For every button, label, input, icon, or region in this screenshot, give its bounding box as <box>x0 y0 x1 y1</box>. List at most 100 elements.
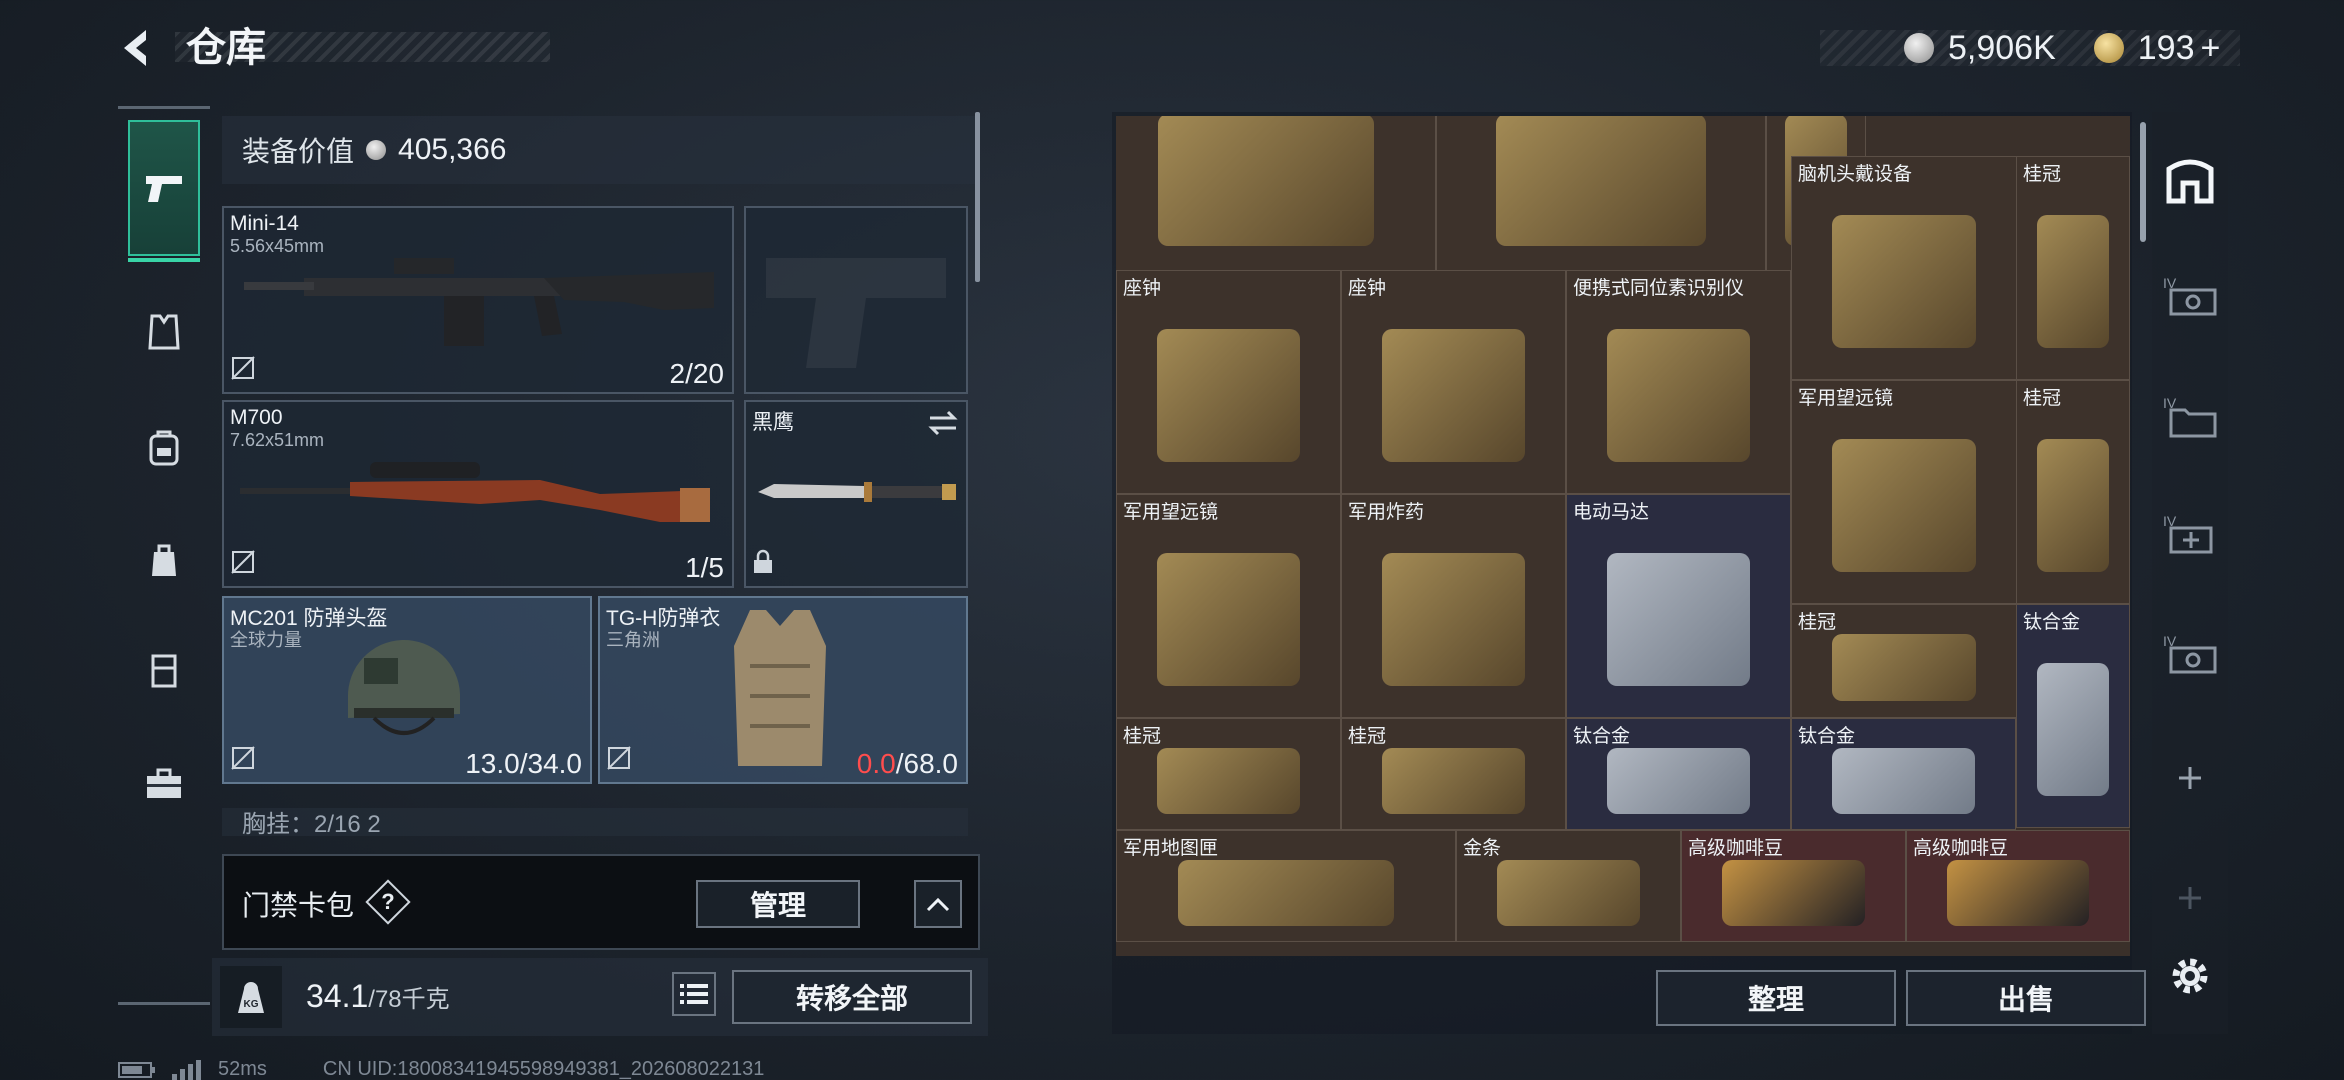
primary-weapon-slot[interactable]: Mini-14 5.56x45mm 2/20 <box>222 206 734 394</box>
transfer-all-button[interactable]: 转移全部 <box>732 970 972 1024</box>
stash-item[interactable] <box>1116 116 1436 278</box>
battery-icon <box>118 1061 155 1078</box>
pistol-icon <box>146 176 182 202</box>
status-bar: 52ms CN UID:18008341945598949381_2026080… <box>118 1058 764 1080</box>
plus-icon <box>2179 767 2201 789</box>
settings-button[interactable] <box>2158 944 2222 1008</box>
back-arrow-icon <box>124 30 146 66</box>
stash-item[interactable]: 座钟 <box>1116 270 1341 494</box>
briefcase-icon <box>147 768 181 798</box>
stash-item-name: 军用炸药 <box>1348 502 1425 523</box>
stash-item[interactable]: 高级咖啡豆 <box>1681 830 1906 942</box>
stash-item-name: 桂冠 <box>1348 726 1387 747</box>
stash-scrollbar[interactable] <box>2140 122 2146 242</box>
stash-item[interactable] <box>1436 116 1766 278</box>
stash-item[interactable]: 钛合金 <box>2016 604 2130 828</box>
nav-stash-iv-2[interactable]: IV <box>2158 384 2222 448</box>
left-nav <box>118 106 210 1004</box>
stash-item-name: 电动马达 <box>1573 502 1650 523</box>
secondary-rifle-slot[interactable]: M700 7.62x51mm 1/5 <box>222 400 734 588</box>
lock-icon <box>752 549 774 580</box>
nav-armor[interactable] <box>128 296 200 368</box>
nav-pouch[interactable] <box>128 524 200 596</box>
stash-item[interactable]: 桂冠 <box>1791 604 2017 718</box>
nav-backpack[interactable] <box>128 412 200 484</box>
rifle-image <box>244 258 714 346</box>
add-stash-button-2[interactable] <box>2158 866 2222 930</box>
stash-item-name: 高级咖啡豆 <box>1913 838 2009 859</box>
item-image <box>1157 552 1300 686</box>
uid-text: CN UID:18008341945598949381_202608022131 <box>322 1058 765 1080</box>
stash-item[interactable]: 便携式同位素识别仪 <box>1566 270 1791 494</box>
secondary-weapon-slot[interactable] <box>744 206 968 394</box>
helmet-slot[interactable]: MC201 防弹头盔 全球力量 13.0/34.0 <box>222 596 592 784</box>
nav-case[interactable] <box>128 748 200 820</box>
stash-item[interactable]: 桂冠 <box>1116 718 1341 830</box>
sell-button[interactable]: 出售 <box>1906 970 2146 1026</box>
melee-slot[interactable]: 黑鹰 <box>744 400 968 588</box>
stash-item[interactable]: 电动马达 <box>1566 494 1791 718</box>
stash-item-name: 钛合金 <box>1798 726 1856 747</box>
ammo-count: 2/20 <box>669 358 725 389</box>
back-button[interactable] <box>112 22 160 74</box>
expand-button[interactable] <box>914 880 962 928</box>
stash-item[interactable]: 座钟 <box>1341 270 1566 494</box>
stash-item[interactable]: 桂冠 <box>2016 380 2130 604</box>
weight-icon: KG <box>220 966 282 1028</box>
vault-icon <box>2166 159 2214 204</box>
pouch-icon <box>152 544 176 576</box>
list-icon <box>680 984 708 1004</box>
stash-item[interactable]: 军用望远镜 <box>1116 494 1341 718</box>
stash-item-name: 桂冠 <box>2023 388 2062 409</box>
nav-chest-rig[interactable] <box>128 634 200 706</box>
stash-item[interactable]: 金条 <box>1456 830 1681 942</box>
nav-stash-iv-4[interactable]: IV <box>2158 622 2222 686</box>
stash-item-name: 桂冠 <box>2023 164 2062 185</box>
nav-stash-main[interactable] <box>2158 148 2222 212</box>
item-image <box>1946 859 2090 926</box>
stash-item[interactable]: 桂冠 <box>1341 718 1566 830</box>
item-image <box>1382 552 1525 686</box>
chest-rig-row[interactable]: 胸挂：2/16 2 <box>222 808 968 836</box>
stash-item[interactable]: 钛合金 <box>1566 718 1791 830</box>
stash-item-name: 军用望远镜 <box>1123 502 1219 523</box>
stash-item[interactable]: 钛合金 <box>1791 718 2016 830</box>
medkit-icon: IV <box>2163 513 2213 554</box>
pistol-placeholder-icon <box>766 258 946 368</box>
list-view-button[interactable] <box>672 972 716 1016</box>
helmet-image <box>347 639 460 735</box>
nav-stash-iv-3[interactable]: IV <box>2158 502 2222 566</box>
page-title: 仓库 <box>186 26 266 70</box>
weapon-name: Mini-14 <box>230 212 299 235</box>
nav-stash-iv-1[interactable]: IV <box>2158 264 2222 328</box>
add-currency-button[interactable]: + <box>2201 29 2221 68</box>
stash-item[interactable]: 军用炸药 <box>1341 494 1566 718</box>
stash-item-name: 军用望远镜 <box>1798 388 1894 409</box>
sort-button[interactable]: 整理 <box>1656 970 1896 1026</box>
nav-weapons[interactable] <box>128 120 200 262</box>
silver-coin-icon <box>1904 33 1934 63</box>
item-image <box>1497 859 1640 926</box>
armor-slot[interactable]: TG-H防弹衣 三角洲 0.0/68.0 <box>598 596 968 784</box>
safe-icon: IV <box>2163 633 2217 674</box>
loadout-scrollbar[interactable] <box>975 112 980 282</box>
add-stash-button[interactable] <box>2158 746 2222 810</box>
helmet-durability: 13.0/34.0 <box>465 748 582 779</box>
item-image <box>1832 747 1975 814</box>
item-image <box>1382 747 1525 814</box>
stash-item[interactable]: 桂冠 <box>2016 156 2130 380</box>
stash-item[interactable]: 高级咖啡豆 <box>1906 830 2130 942</box>
no-insure-icon <box>230 549 256 580</box>
equipment-value-row: 装备价值 405,366 <box>222 116 978 184</box>
stash-item-name: 便携式同位素识别仪 <box>1573 278 1745 299</box>
chest-rig-label: 胸挂：2/16 2 <box>242 811 381 836</box>
keycard-pack-row: 门禁卡包 ? 管理 <box>222 854 980 950</box>
no-insure-icon <box>230 745 256 776</box>
stash-item[interactable]: 脑机头戴设备 <box>1791 156 2017 380</box>
stash-item[interactable]: 军用望远镜 <box>1791 380 2017 604</box>
stash-grid: 脑机头戴设备 桂冠 座钟 座钟 便携式同位素识别仪 军用望远镜 桂冠 军用望远镜 军用炸药 电动马… <box>1116 116 2130 956</box>
manage-button[interactable]: 管理 <box>696 880 860 928</box>
item-image <box>2037 214 2109 348</box>
gold-amount: 193 <box>2137 28 2195 67</box>
stash-item[interactable]: 军用地图匣 <box>1116 830 1456 942</box>
